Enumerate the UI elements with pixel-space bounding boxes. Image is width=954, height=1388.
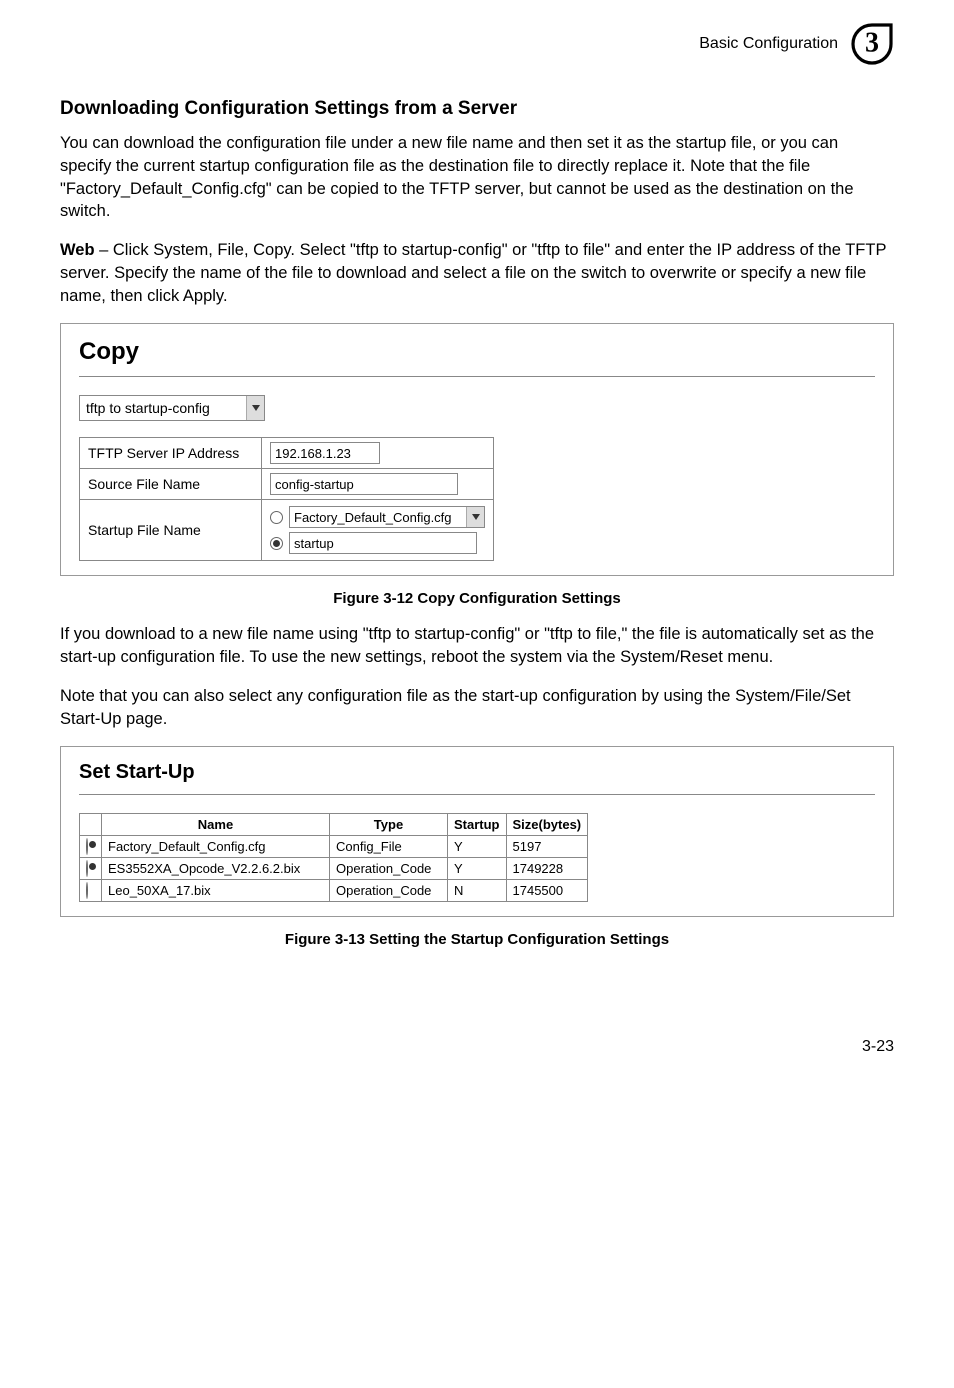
copy-screenshot: Copy tftp to startup-config TFTP Server … [60,323,894,576]
table-row: TFTP Server IP Address [80,438,494,469]
table-row: Source File Name [80,469,494,500]
copy-mode-value: tftp to startup-config [80,400,246,416]
table-row: Leo_50XA_17.bix Operation_Code N 1745500 [80,880,588,902]
table-row: ES3552XA_Opcode_V2.2.6.2.bix Operation_C… [80,858,588,880]
figure-2-caption: Figure 3-13 Setting the Startup Configur… [60,931,894,948]
col-startup: Startup [448,814,507,836]
row-radio-cell[interactable] [80,836,102,858]
cell-name: Leo_50XA_17.bix [102,880,330,902]
tftp-ip-cell [262,438,494,469]
row-radio-cell[interactable] [80,880,102,902]
chapter-badge: 3 [850,22,894,66]
web-label: Web [60,241,95,259]
paragraph-1: You can download the configuration file … [60,132,894,223]
source-file-cell [262,469,494,500]
cell-startup: N [448,880,507,902]
cell-size: 1749228 [506,858,588,880]
radio-unselected-icon [270,511,283,524]
cell-type: Operation_Code [330,880,448,902]
set-startup-title: Set Start-Up [79,761,875,784]
page-number: 3-23 [60,1038,894,1086]
set-startup-screenshot: Set Start-Up Name Type Startup Size(byte… [60,746,894,917]
divider [79,376,875,377]
startup-table: Name Type Startup Size(bytes) Factory_De… [79,813,588,902]
table-row: Startup File Name Factory_Default_Config… [80,500,494,561]
cell-startup: Y [448,836,507,858]
page-header: Basic Configuration 3 [60,0,894,74]
cell-startup: Y [448,858,507,880]
cell-type: Config_File [330,836,448,858]
chapter-number: 3 [865,27,879,59]
col-radio [80,814,102,836]
cell-size: 1745500 [506,880,588,902]
startup-option-existing[interactable]: Factory_Default_Config.cfg [270,504,485,530]
cell-name: Factory_Default_Config.cfg [102,836,330,858]
paragraph-2: Web – Click System, File, Copy. Select "… [60,239,894,307]
figure-1-caption: Figure 3-12 Copy Configuration Settings [60,590,894,607]
paragraph-2-rest: – Click System, File, Copy. Select "tftp… [60,241,886,305]
startup-file-label: Startup File Name [80,500,262,561]
factory-config-value: Factory_Default_Config.cfg [290,510,466,525]
row-radio-cell[interactable] [80,858,102,880]
startup-file-cell: Factory_Default_Config.cfg [262,500,494,561]
source-file-input[interactable] [270,473,458,495]
source-file-label: Source File Name [80,469,262,500]
table-header-row: Name Type Startup Size(bytes) [80,814,588,836]
startup-new-input[interactable] [289,532,477,554]
copy-mode-dropdown[interactable]: tftp to startup-config [79,395,265,421]
col-size: Size(bytes) [506,814,588,836]
radio-selected-icon [270,537,283,550]
table-row: Factory_Default_Config.cfg Config_File Y… [80,836,588,858]
divider [79,794,875,795]
copy-title: Copy [79,338,875,366]
chevron-down-icon [466,507,484,527]
radio-selected-icon [86,860,88,877]
radio-unselected-icon [86,882,88,899]
copy-config-table: TFTP Server IP Address Source File Name … [79,437,494,561]
startup-option-new[interactable] [270,530,485,556]
cell-size: 5197 [506,836,588,858]
section-heading: Downloading Configuration Settings from … [60,98,894,120]
col-type: Type [330,814,448,836]
tftp-ip-label: TFTP Server IP Address [80,438,262,469]
tftp-ip-input[interactable] [270,442,380,464]
cell-type: Operation_Code [330,858,448,880]
radio-selected-icon [86,838,88,855]
cell-name: ES3552XA_Opcode_V2.2.6.2.bix [102,858,330,880]
col-name: Name [102,814,330,836]
paragraph-3: If you download to a new file name using… [60,623,894,669]
paragraph-4: Note that you can also select any config… [60,685,894,731]
factory-config-dropdown[interactable]: Factory_Default_Config.cfg [289,506,485,528]
section-name: Basic Configuration [699,35,838,53]
chevron-down-icon [246,396,264,420]
